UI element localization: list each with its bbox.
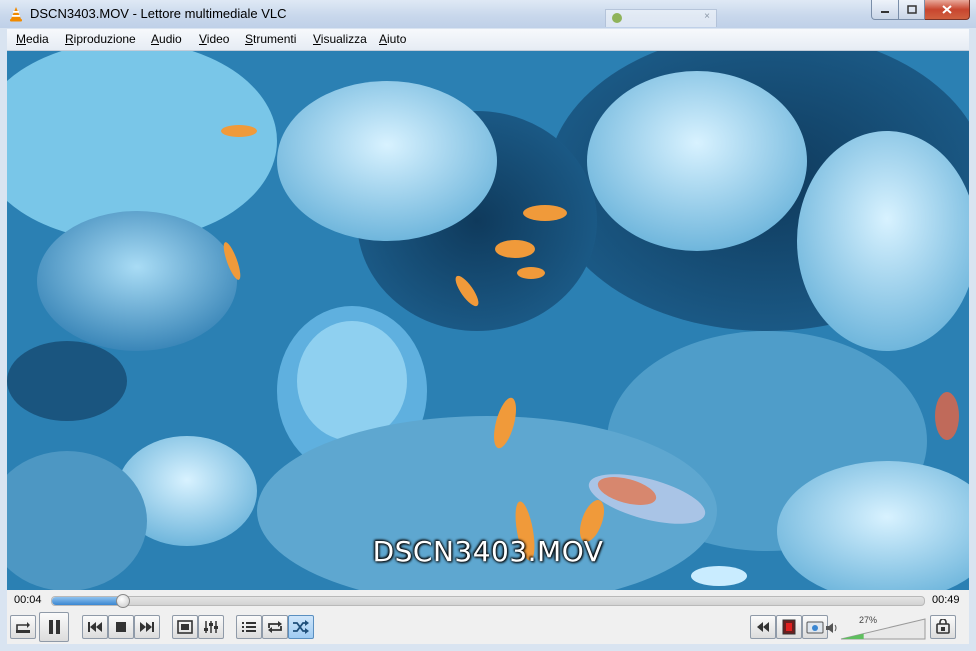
previous-button[interactable] (82, 615, 108, 639)
control-panel: 00:04 00:49 27% (7, 590, 969, 644)
browser-tab-icon (612, 13, 622, 23)
window-title: DSCN3403.MOV - Lettore multimediale VLC (30, 6, 287, 21)
close-icon (942, 5, 952, 14)
playlist-icon (242, 622, 256, 632)
record-icon (782, 619, 796, 635)
minimize-icon (881, 10, 889, 13)
menu-video[interactable]: Video (199, 32, 229, 46)
menu-riproduzione[interactable]: Riproduzione (65, 32, 136, 46)
loop-button[interactable] (262, 615, 288, 639)
vlc-window: DSCN3403.MOV - Lettore multimediale VLC … (0, 0, 976, 651)
shuffle-icon (293, 620, 309, 634)
pause-button[interactable] (39, 612, 69, 642)
menu-visualizza[interactable]: Visualizza (313, 32, 367, 46)
record-button[interactable] (776, 615, 802, 639)
media-title-overlay: DSCN3403.MOV (372, 535, 604, 568)
video-frame-underwater-reef (7, 51, 969, 590)
menu-bar: Media Riproduzione Audio Video Strumenti… (7, 29, 969, 51)
equalizer-icon (204, 621, 218, 633)
frame-back-button[interactable] (750, 615, 776, 639)
frame-step-icon (936, 619, 950, 634)
maximize-icon (906, 5, 917, 14)
speaker-icon[interactable] (825, 622, 837, 634)
volume-slider[interactable] (839, 618, 927, 640)
extended-settings-button[interactable] (198, 615, 224, 639)
title-bar[interactable]: DSCN3403.MOV - Lettore multimediale VLC … (0, 0, 976, 28)
maximize-button[interactable] (899, 0, 925, 20)
next-button[interactable] (134, 615, 160, 639)
volume-control: 27% (825, 615, 929, 640)
window-controls (871, 0, 970, 20)
frame-step-button[interactable] (930, 615, 956, 639)
stop-icon (116, 622, 126, 632)
close-button[interactable] (925, 0, 970, 20)
random-button[interactable] (288, 615, 314, 639)
seek-bar[interactable] (51, 594, 925, 608)
vlc-cone-icon (10, 7, 22, 22)
minimize-button[interactable] (871, 0, 899, 20)
playlist-button[interactable] (236, 615, 262, 639)
next-icon (140, 622, 154, 632)
total-time[interactable]: 00:49 (932, 594, 960, 606)
ab-loop-button[interactable] (10, 615, 36, 639)
video-display[interactable]: DSCN3403.MOV (7, 51, 969, 590)
menu-audio[interactable]: Audio (151, 32, 182, 46)
menu-media[interactable]: Media (16, 32, 49, 46)
stop-button[interactable] (108, 615, 134, 639)
snapshot-icon (806, 621, 824, 634)
pause-icon (49, 620, 60, 634)
elapsed-time[interactable]: 00:04 (14, 594, 42, 606)
seek-bar-progress (52, 597, 122, 605)
repeat-icon (268, 621, 282, 633)
background-window-tab: × (605, 9, 717, 27)
fullscreen-icon (177, 620, 193, 634)
fullscreen-button[interactable] (172, 615, 198, 639)
close-tab-icon: × (704, 11, 710, 22)
previous-icon (88, 622, 102, 632)
menu-aiuto[interactable]: Aiuto (379, 32, 406, 46)
seek-bar-handle[interactable] (116, 594, 130, 608)
menu-strumenti[interactable]: Strumenti (245, 32, 296, 46)
loop-ab-icon (16, 622, 30, 633)
rewind-icon (757, 622, 769, 632)
